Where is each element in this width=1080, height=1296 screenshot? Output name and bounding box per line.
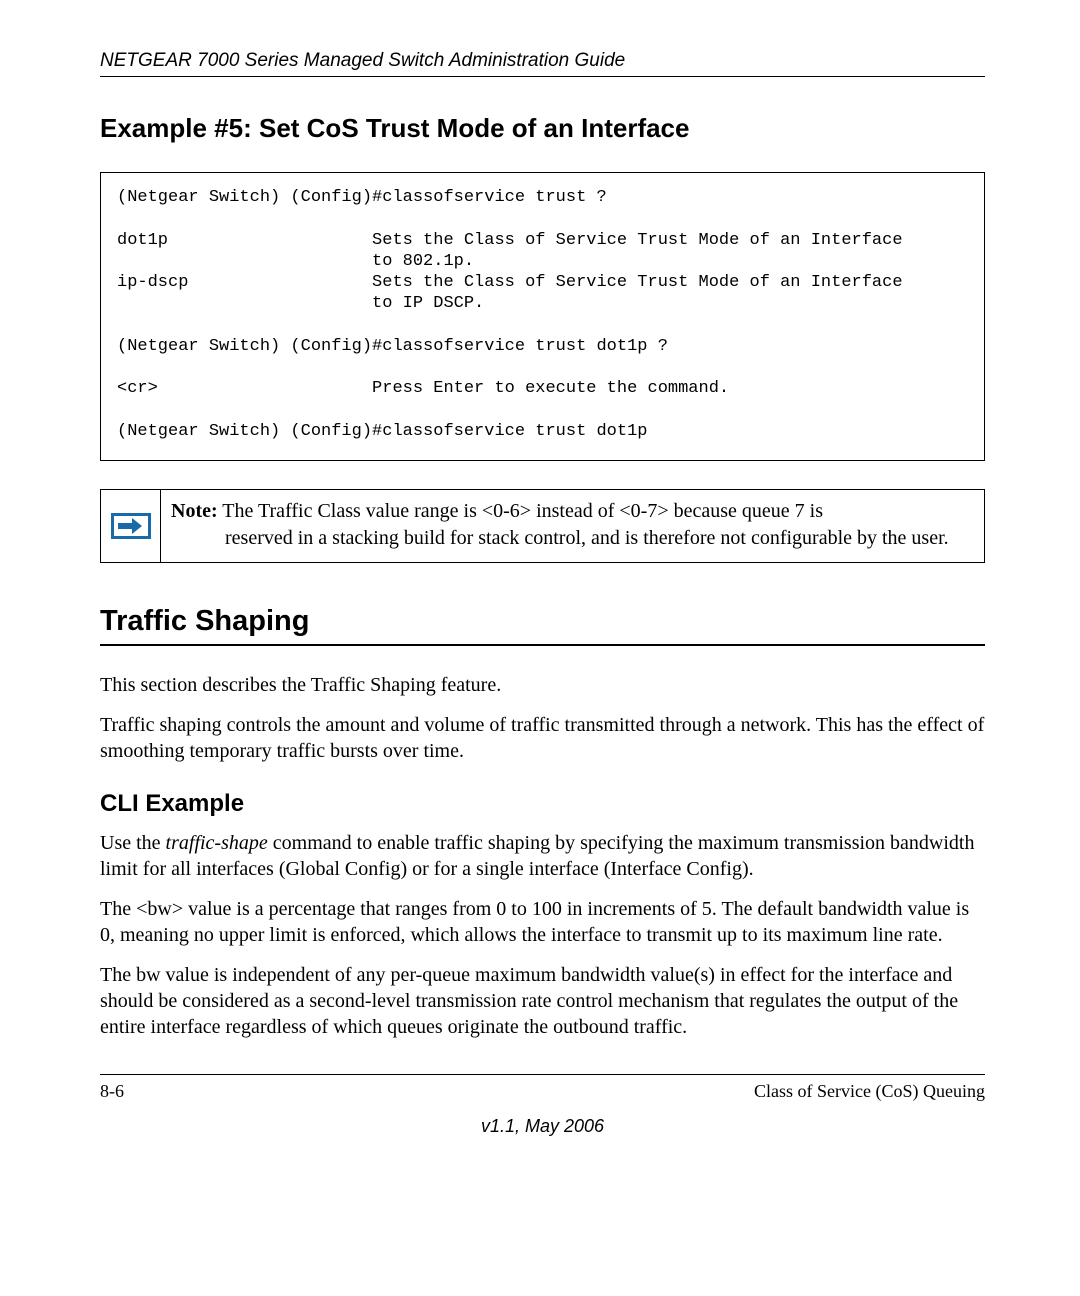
note-label: Note: <box>171 500 218 522</box>
chapter-title: Class of Service (CoS) Queuing <box>754 1081 985 1102</box>
page-footer: 8-6 Class of Service (CoS) Queuing v1.1,… <box>100 1074 985 1137</box>
footer-rule <box>100 1074 985 1075</box>
traffic-shape-term: traffic-shape <box>166 832 268 854</box>
cli-paragraph-2: The <bw> value is a percentage that rang… <box>100 896 985 948</box>
cli-p1a: Use the <box>100 832 166 854</box>
cli-output-block: (Netgear Switch) (Config)#classofservice… <box>100 172 985 461</box>
cli-paragraph-1: Use the traffic-shape command to enable … <box>100 830 985 882</box>
cli-example-heading: CLI Example <box>100 790 985 818</box>
note-icon-cell <box>101 490 161 562</box>
note-line1: The Traffic Class value range is <0-6> i… <box>218 500 823 522</box>
heading-rule <box>100 644 985 646</box>
cli-paragraph-3: The bw value is independent of any per-q… <box>100 962 985 1040</box>
doc-version: v1.1, May 2006 <box>100 1116 985 1137</box>
running-header: NETGEAR 7000 Series Managed Switch Admin… <box>100 50 985 72</box>
note-box: Note: The Traffic Class value range is <… <box>100 489 985 563</box>
ts-paragraph-1: This section describes the Traffic Shapi… <box>100 672 985 698</box>
page-number: 8-6 <box>100 1081 124 1102</box>
note-text: Note: The Traffic Class value range is <… <box>161 490 959 562</box>
ts-paragraph-2: Traffic shaping controls the amount and … <box>100 712 985 764</box>
arrow-right-icon <box>111 513 151 539</box>
note-line2: reserved in a stacking build for stack c… <box>171 525 949 552</box>
traffic-shaping-heading: Traffic Shaping <box>100 605 985 638</box>
page: NETGEAR 7000 Series Managed Switch Admin… <box>0 0 1080 1177</box>
example5-heading: Example #5: Set CoS Trust Mode of an Int… <box>100 113 985 144</box>
header-rule <box>100 76 985 77</box>
